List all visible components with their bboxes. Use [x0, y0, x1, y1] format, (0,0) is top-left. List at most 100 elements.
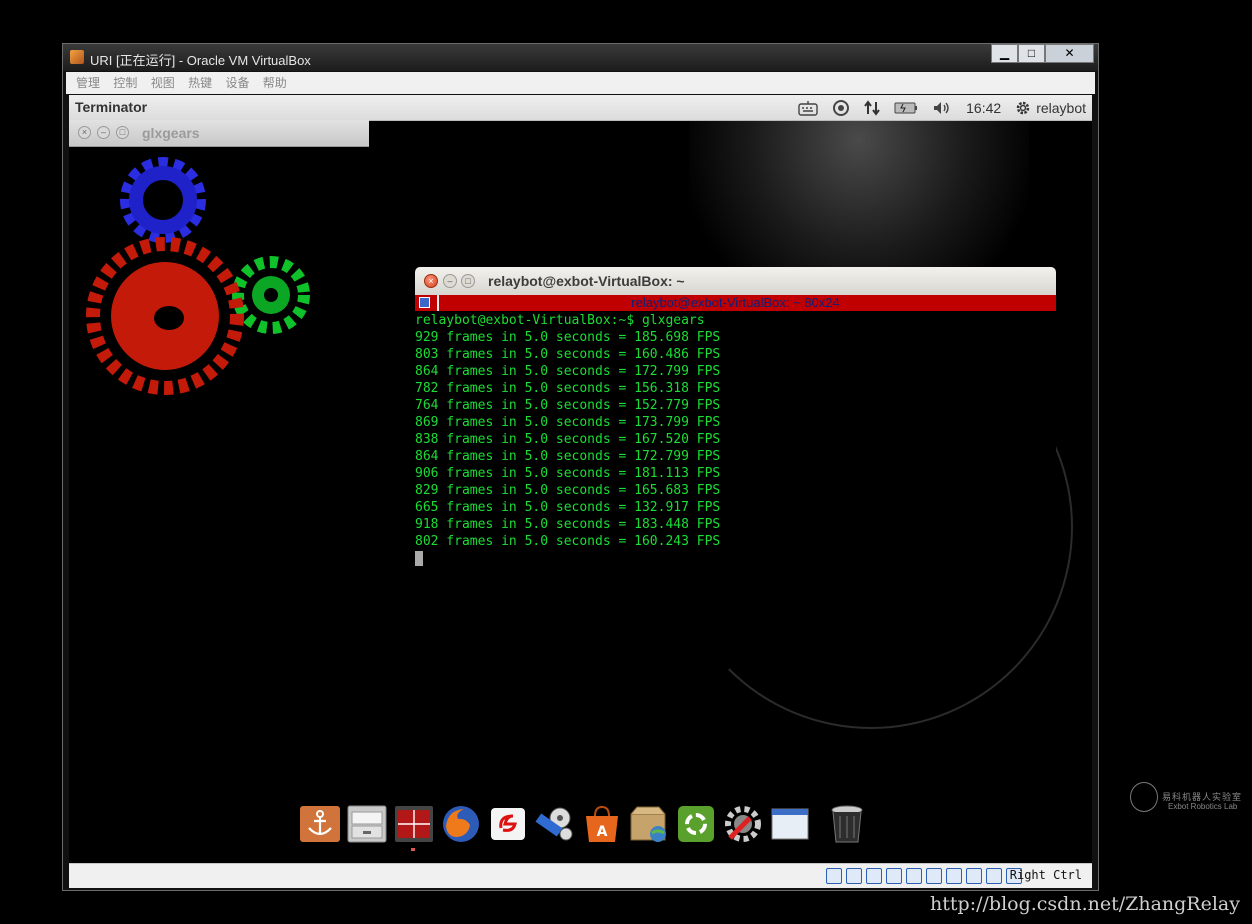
dock-item-system-settings[interactable] — [719, 801, 766, 847]
glxgears-render — [86, 157, 310, 395]
mouse-integration-icon[interactable] — [986, 868, 1002, 884]
menu-hotkey[interactable]: 热键 — [188, 72, 212, 94]
keyboard-icon[interactable] — [798, 100, 818, 116]
terminal-maximize-button[interactable]: □ — [461, 274, 475, 288]
virtualbox-title-bar[interactable]: URI [正在运行] - Oracle VM VirtualBox ▁ □ ✕ — [63, 44, 1098, 71]
exbot-logo-mark — [1130, 782, 1158, 812]
close-button[interactable]: ✕ — [1045, 44, 1094, 63]
fps-line: 782 frames in 5.0 seconds = 156.318 FPS — [415, 381, 721, 396]
menu-manage[interactable]: 管理 — [76, 72, 100, 94]
software-center-icon: A — [586, 805, 618, 842]
running-indicator — [411, 848, 415, 851]
dock-item-video-editor[interactable] — [531, 801, 578, 847]
virtualbox-window-title: URI [正在运行] - Oracle VM VirtualBox — [90, 53, 311, 68]
fps-line: 802 frames in 5.0 seconds = 160.243 FPS — [415, 534, 721, 549]
logo-english-text: Exbot Robotics Lab — [1168, 802, 1238, 811]
terminal-title-bar[interactable]: × – □ relaybot@exbot-VirtualBox: ~ — [415, 267, 1056, 295]
terminal-minimize-button[interactable]: – — [443, 274, 457, 288]
terminal-title: relaybot@exbot-VirtualBox: ~ — [488, 273, 685, 289]
volume-icon[interactable] — [932, 100, 952, 116]
display-icon[interactable] — [906, 868, 922, 884]
firefox-icon — [443, 806, 479, 842]
status-device-icons — [826, 868, 1022, 884]
fps-line: 864 frames in 5.0 seconds = 172.799 FPS — [415, 449, 721, 464]
system-settings-icon — [725, 806, 761, 842]
dock-item-window[interactable] — [766, 801, 813, 847]
glxgears-close-button[interactable]: × — [78, 126, 91, 139]
blog-url-watermark: http://blog.csdn.net/ZhangRelay — [930, 893, 1240, 915]
green-gear — [232, 256, 310, 334]
red-gear — [86, 237, 244, 395]
terminal-close-button[interactable]: × — [424, 274, 438, 288]
dock-item-files[interactable] — [343, 801, 390, 847]
optical-drive-icon[interactable] — [846, 868, 862, 884]
dock-item-software-center[interactable]: A — [578, 801, 625, 847]
virtualbox-menu-bar: 管理 控制 视图 热键 设备 帮助 — [66, 72, 1095, 94]
menu-help[interactable]: 帮助 — [263, 72, 287, 94]
fps-line: 829 frames in 5.0 seconds = 165.683 FPS — [415, 483, 721, 498]
anchor-icon — [300, 806, 340, 842]
dock: A — [296, 801, 870, 851]
fps-line: 929 frames in 5.0 seconds = 185.698 FPS — [415, 330, 721, 345]
terminal-tab-bar[interactable]: relaybot@exbot-VirtualBox: ~ 80x24 — [415, 295, 1056, 311]
minimize-button[interactable]: ▁ — [991, 44, 1018, 63]
hard-disk-icon[interactable] — [826, 868, 842, 884]
system-tray: 16:42 relaybot — [798, 98, 1086, 118]
active-app-name: Terminator — [75, 99, 148, 115]
virtualbox-app-icon — [70, 50, 84, 64]
fps-line: 838 frames in 5.0 seconds = 167.520 FPS — [415, 432, 721, 447]
dock-item-ubuntu-tweak[interactable] — [672, 801, 719, 847]
archive-manager-icon — [630, 806, 666, 842]
maximize-button[interactable]: □ — [1018, 44, 1045, 63]
glxgears-title: glxgears — [142, 125, 200, 141]
glxgears-title-bar[interactable]: × – □ glxgears — [69, 120, 369, 147]
network-icon[interactable] — [864, 100, 880, 116]
fps-line: 803 frames in 5.0 seconds = 160.486 FPS — [415, 347, 721, 362]
dock-item-terminator[interactable] — [390, 801, 437, 851]
usb-icon[interactable] — [866, 868, 882, 884]
video-capture-icon[interactable] — [966, 868, 982, 884]
terminal-tab-label: relaybot@exbot-VirtualBox: ~ 80x24 — [631, 295, 840, 310]
fps-line: 918 frames in 5.0 seconds = 183.448 FPS — [415, 517, 721, 532]
text-cursor — [415, 551, 423, 566]
video-editor-icon — [535, 807, 573, 841]
prompt-line: relaybot@exbot-VirtualBox:~$ glxgears — [415, 313, 705, 328]
shared-folders-icon[interactable] — [886, 868, 902, 884]
battery-icon[interactable] — [894, 101, 918, 115]
clock[interactable]: 16:42 — [966, 100, 1001, 116]
menu-devices[interactable]: 设备 — [225, 72, 249, 94]
dock-item-archive-manager[interactable] — [625, 801, 672, 847]
gear-icon — [1016, 101, 1030, 115]
host-key-label: Right Ctrl — [1009, 868, 1082, 882]
fps-line: 906 frames in 5.0 seconds = 181.113 FPS — [415, 466, 721, 481]
cogito-icon — [491, 808, 525, 840]
fps-line: 764 frames in 5.0 seconds = 152.779 FPS — [415, 398, 721, 413]
virtualbox-status-bar: Right Ctrl — [69, 863, 1092, 888]
network-adapter-2-icon[interactable] — [946, 868, 962, 884]
fps-line: 869 frames in 5.0 seconds = 173.799 FPS — [415, 415, 721, 430]
dock-item-anchor[interactable] — [296, 801, 343, 847]
fps-line: 864 frames in 5.0 seconds = 172.799 FPS — [415, 364, 721, 379]
dock-item-cogito[interactable] — [484, 801, 531, 847]
sync-icon[interactable] — [832, 99, 850, 117]
glxgears-minimize-button[interactable]: – — [97, 126, 110, 139]
ubuntu-top-panel: Terminator 16:42 relaybot — [69, 95, 1092, 121]
user-menu[interactable]: relaybot — [1015, 100, 1086, 116]
terminator-window[interactable]: × – □ relaybot@exbot-VirtualBox: ~ relay… — [415, 267, 1056, 566]
trash-icon — [831, 805, 863, 843]
guest-screen[interactable]: Terminator 16:42 relaybot × – □ glxgears — [69, 95, 1092, 863]
blue-gear — [120, 157, 206, 243]
menu-control[interactable]: 控制 — [113, 72, 137, 94]
glxgears-maximize-button[interactable]: □ — [116, 126, 129, 139]
file-manager-icon — [347, 805, 387, 843]
terminal-output[interactable]: relaybot@exbot-VirtualBox:~$ glxgears 929… — [415, 312, 1056, 567]
dock-item-firefox[interactable] — [437, 801, 484, 847]
svg-text:A: A — [597, 824, 608, 840]
virtualbox-window: URI [正在运行] - Oracle VM VirtualBox ▁ □ ✕ … — [62, 43, 1099, 891]
menu-view[interactable]: 视图 — [151, 72, 175, 94]
user-name: relaybot — [1036, 100, 1086, 116]
ubuntu-tweak-icon — [678, 806, 714, 842]
dock-item-trash[interactable] — [823, 801, 870, 847]
window-icon — [771, 808, 809, 840]
network-adapter-icon[interactable] — [926, 868, 942, 884]
